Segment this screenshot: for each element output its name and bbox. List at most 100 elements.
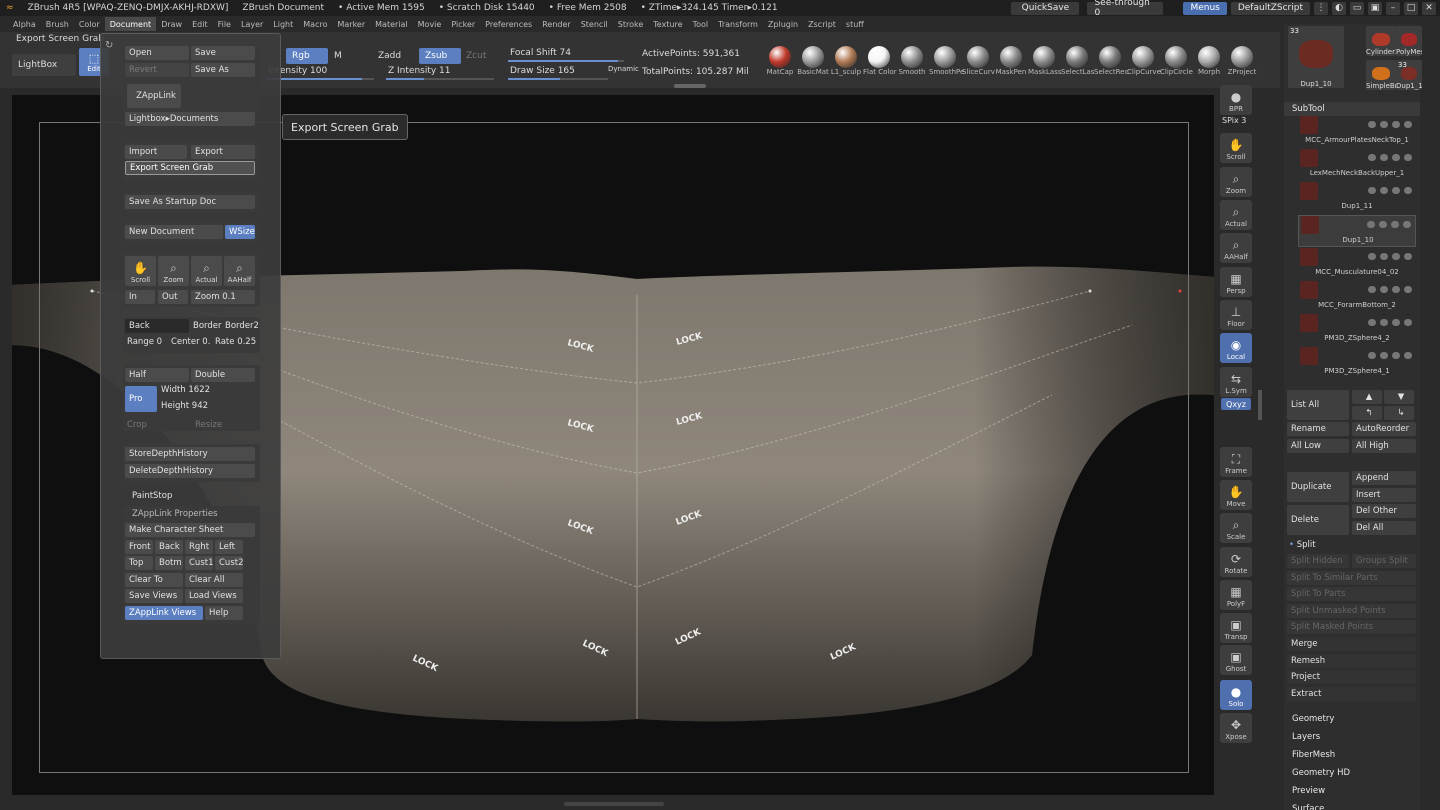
eye-icon[interactable] [1404,187,1412,194]
delete-depth-history-button[interactable]: DeleteDepthHistory [125,464,255,478]
brush-slot-morph[interactable]: Morph [1193,46,1225,76]
split-masked-button[interactable]: Split Masked Points [1287,620,1416,634]
center-slider[interactable]: Center 0. [171,337,210,347]
split-unmasked-button[interactable]: Split Unmasked Points [1287,604,1416,618]
merge-section[interactable]: Merge [1287,637,1416,651]
subtool-row[interactable]: Dup1_11 [1298,182,1416,214]
autoreorder-button[interactable]: AutoReorder [1352,422,1416,436]
zcut-button[interactable]: Zcut [466,51,486,61]
menu-light[interactable]: Light [268,17,298,31]
actual-tile[interactable]: ⌕ Actual [191,256,222,286]
eye-icon[interactable] [1404,121,1412,128]
section-fibermesh[interactable]: FiberMesh [1292,750,1335,760]
rate-slider[interactable]: Rate 0.25 [215,337,256,347]
bottom-view-button[interactable]: Botm [155,556,183,570]
m-button[interactable]: M [334,51,342,61]
menu-zplugin[interactable]: Zplugin [763,17,803,31]
lock-icon[interactable]: ▣ [1368,1,1382,15]
section-surface[interactable]: Surface [1292,804,1324,810]
floor-tile[interactable]: ⊥ Floor [1220,300,1252,330]
brush-slot-basicmat[interactable]: BasicMat [797,46,829,76]
section-geometry-hd[interactable]: Geometry HD [1292,768,1350,778]
double-button[interactable]: Double [191,368,255,382]
brush-slot-maskpen[interactable]: MaskPen [995,46,1027,76]
menu-brush[interactable]: Brush [41,17,74,31]
revert-button[interactable]: Revert [125,63,189,77]
edit-toggle-icon[interactable] [1392,319,1400,326]
subtool-row[interactable]: MCC_ForarmBottom_2 [1298,281,1416,313]
split-similar-parts-button[interactable]: Split To Similar Parts [1287,571,1416,585]
edit-toggle-icon[interactable] [1392,253,1400,260]
export-screen-grab-button[interactable]: Export Screen Grab [125,161,255,175]
help-button[interactable]: Help [205,606,243,620]
move-tile[interactable]: ✋ Move [1220,480,1252,510]
polypaint-toggle-icon[interactable] [1380,187,1388,194]
menu-alpha[interactable]: Alpha [8,17,41,31]
lightbox-button[interactable]: LightBox [12,54,76,76]
local-tile[interactable]: ◉ Local [1220,333,1252,363]
canvas-scroll-handle[interactable] [564,802,664,806]
zsub-button[interactable]: Zsub [419,48,461,64]
bpr-tile[interactable]: ● BPR [1220,85,1252,115]
open-button[interactable]: Open [125,46,189,60]
brush-slot-l1-sculp[interactable]: L1_sculp [830,46,862,76]
see-through-slider[interactable]: See-through 0 [1087,0,1164,18]
menu-color[interactable]: Color [74,17,105,31]
top-view-button[interactable]: Top [125,556,153,570]
brush-slot-selectlas[interactable]: SelectLas [1061,46,1094,76]
z-intensity-slider[interactable]: Z Intensity 11 [388,66,451,76]
all-low-button[interactable]: All Low [1287,439,1349,453]
subtool-row[interactable]: PM3D_ZSphere4_1 [1298,347,1416,379]
rgb-button[interactable]: Rgb [286,48,328,64]
transp-tile[interactable]: ▣ Transp [1220,613,1252,643]
maximize-icon[interactable]: □ [1404,1,1418,15]
panel-refresh-icon[interactable]: ↻ [105,40,113,51]
move-next-icon[interactable]: ↳ [1384,406,1414,420]
wide-icon[interactable]: ▭ [1350,1,1364,15]
rename-button[interactable]: Rename [1287,422,1349,436]
section-preview[interactable]: Preview [1292,786,1325,796]
resize-button[interactable]: Resize [195,420,222,430]
menu-picker[interactable]: Picker [446,17,480,31]
menu-zscript[interactable]: Zscript [803,17,841,31]
visibility-toggle-icon[interactable] [1368,286,1376,293]
solo-tile[interactable]: ● Solo [1220,680,1252,710]
save-views-button[interactable]: Save Views [125,589,183,603]
zoom-slider[interactable]: Zoom 0.1 [191,290,255,304]
all-high-button[interactable]: All High [1352,439,1416,453]
move-down-icon[interactable]: ▼ [1384,390,1414,404]
menu-macro[interactable]: Macro [298,17,332,31]
menu-texture[interactable]: Texture [648,17,687,31]
zapplink-properties-header[interactable]: ZAppLink Properties [132,509,218,519]
delete-button[interactable]: Delete [1287,505,1349,535]
subtool-row[interactable]: MCC_ArmourPlatesNeckTop_1 [1298,116,1416,148]
brush-slot-clipcurve[interactable]: ClipCurve [1127,46,1161,76]
subtool-row[interactable]: Dup1_10 [1298,215,1416,247]
subtool-row[interactable]: MCC_Musculature04_02 [1298,248,1416,280]
move-prev-icon[interactable]: ↰ [1352,406,1382,420]
clear-all-button[interactable]: Clear All [185,573,243,587]
layout-icon[interactable]: ⋮ [1314,1,1328,15]
custom2-view-button[interactable]: Cust2 [215,556,243,570]
zoom-tile[interactable]: ⌕ Zoom [1220,167,1252,197]
menu-stuff[interactable]: stuff [841,17,869,31]
xpose-tile[interactable]: ✥ Xpose [1220,713,1252,743]
l-sym-tile[interactable]: ⇆ L.Sym [1220,367,1252,397]
border2-button[interactable]: Border2 [225,321,259,331]
brush-slot-slicecurv[interactable]: SliceCurv [962,46,995,76]
eye-icon[interactable] [1404,286,1412,293]
menu-document[interactable]: Document [104,17,157,31]
border-button[interactable]: Border [193,321,222,331]
palette-icon[interactable]: ◐ [1332,1,1346,15]
front-view-button[interactable]: Front [125,540,153,554]
save-button[interactable]: Save [191,46,255,60]
height-slider[interactable]: Height 942 [161,401,208,411]
menus-button[interactable]: Menus [1183,1,1227,15]
left-view-button[interactable]: Left [215,540,243,554]
actual-tile[interactable]: ⌕ Actual [1220,200,1252,230]
visibility-toggle-icon[interactable] [1368,154,1376,161]
insert-button[interactable]: Insert [1352,488,1416,502]
polypaint-toggle-icon[interactable] [1380,319,1388,326]
polypaint-toggle-icon[interactable] [1380,286,1388,293]
lightbox-documents-button[interactable]: Lightbox▸Documents [125,112,255,126]
